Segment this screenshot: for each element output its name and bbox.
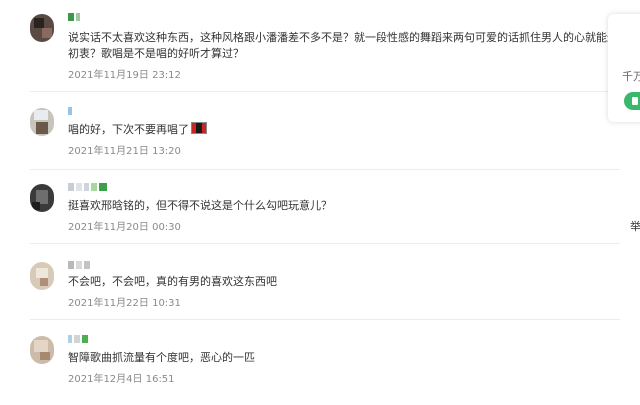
avatar[interactable]: [30, 14, 54, 42]
comment-text: 不会吧，不会吧，真的有男的喜欢这东西吧: [68, 275, 277, 288]
side-card-button[interactable]: [624, 92, 640, 110]
username[interactable]: [68, 334, 88, 344]
comment-text: 智障歌曲抓流量有个度吧，恶心的一匹: [68, 351, 255, 364]
comment-timestamp: 2021年11月21日 13:20: [68, 146, 181, 157]
username[interactable]: [68, 106, 72, 116]
side-card: 千万: [608, 14, 640, 122]
comment-text: 说实话不太喜欢这种东西，这种风格跟小潘潘差不多不是？就一段性感的舞蹈来两句可爱的…: [68, 30, 613, 62]
side-card-label: 千万: [622, 70, 640, 83]
comment-item: 唱的好，下次不要再唱了 2021年11月21日 13:20: [0, 92, 620, 170]
avatar[interactable]: [30, 184, 54, 212]
comment-item: 挺喜欢邢晗铭的，但不得不说这是个什么勾吧玩意儿？ 2021年11月20日 00:…: [0, 170, 620, 244]
avatar[interactable]: [30, 336, 54, 364]
comment-timestamp: 2021年12月4日 16:51: [68, 374, 175, 385]
comment-timestamp: 2021年11月22日 10:31: [68, 298, 181, 309]
comment-text: 唱的好，下次不要再唱了: [68, 122, 613, 138]
button-icon: [632, 97, 638, 105]
avatar[interactable]: [30, 262, 54, 290]
flag-emoji-icon: [191, 122, 207, 134]
comment-text-line: 说实话不太喜欢这种东西，这种风格跟小潘潘差不多不是？就一段性感的舞蹈来两句可爱的…: [68, 31, 613, 44]
comment-timestamp: 2021年11月19日 23:12: [68, 70, 181, 81]
username[interactable]: [68, 182, 107, 192]
report-label[interactable]: 举: [630, 218, 640, 234]
avatar[interactable]: [30, 108, 54, 136]
comment-text-content: 唱的好，下次不要再唱了: [68, 123, 189, 136]
comment-item: 智障歌曲抓流量有个度吧，恶心的一匹 2021年12月4日 16:51: [0, 320, 620, 405]
username[interactable]: [68, 260, 90, 270]
comment-item: 不会吧，不会吧，真的有男的喜欢这东西吧 2021年11月22日 10:31: [0, 244, 620, 320]
comment-item: 说实话不太喜欢这种东西，这种风格跟小潘潘差不多不是？就一段性感的舞蹈来两句可爱的…: [0, 0, 620, 92]
comment-text-line: 初衷？歌唱是不是唱的好听才算过？: [68, 47, 244, 60]
comment-text: 挺喜欢邢晗铭的，但不得不说这是个什么勾吧玩意儿？: [68, 199, 332, 212]
username[interactable]: [68, 12, 80, 22]
comment-timestamp: 2021年11月20日 00:30: [68, 222, 181, 233]
